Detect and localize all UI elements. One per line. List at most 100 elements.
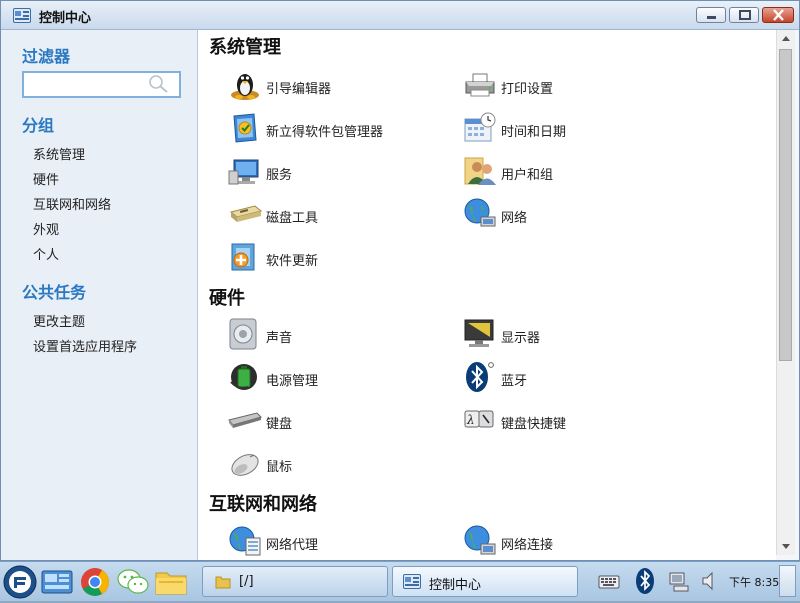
filter-heading: 过滤器 bbox=[22, 47, 71, 66]
scroll-thumb[interactable] bbox=[779, 49, 792, 361]
network-tray-icon[interactable] bbox=[668, 570, 690, 592]
task-label: [/] bbox=[239, 574, 254, 589]
start-menu-icon[interactable] bbox=[3, 565, 37, 599]
item-users-groups[interactable]: 用户和组 bbox=[463, 154, 673, 190]
speaker-icon bbox=[228, 317, 262, 351]
item-label: 蓝牙 bbox=[501, 374, 528, 389]
item-label: 时间和日期 bbox=[501, 125, 567, 140]
group-item-internet[interactable]: 互联网和网络 bbox=[33, 194, 111, 213]
minimize-button[interactable] bbox=[696, 7, 726, 23]
item-label: 磁盘工具 bbox=[266, 211, 319, 226]
category-title-internet: 互联网和网络 bbox=[209, 494, 317, 515]
group-item-appearance[interactable]: 外观 bbox=[33, 219, 59, 238]
bluetooth-icon bbox=[463, 360, 497, 394]
item-network-proxy[interactable]: 网络代理 bbox=[228, 524, 438, 560]
chrome-icon[interactable] bbox=[78, 565, 112, 599]
item-power[interactable]: 电源管理 bbox=[228, 360, 438, 396]
item-label: 打印设置 bbox=[501, 82, 554, 97]
clock[interactable]: 下午 8:35 bbox=[729, 574, 779, 590]
minimize-icon bbox=[707, 16, 716, 19]
search-icon[interactable] bbox=[147, 74, 171, 98]
item-boot-editor[interactable]: 引导编辑器 bbox=[228, 68, 438, 104]
scroll-down-button[interactable] bbox=[777, 538, 795, 555]
group-item-system[interactable]: 系统管理 bbox=[33, 144, 85, 163]
title-bar[interactable]: 控制中心 bbox=[1, 1, 799, 30]
item-sound[interactable]: 声音 bbox=[228, 317, 438, 353]
item-mouse[interactable]: 鼠标 bbox=[228, 446, 438, 482]
item-package-manager[interactable]: 新立得软件包管理器 bbox=[228, 111, 438, 147]
network-proxy-icon bbox=[228, 524, 262, 558]
item-keyboard-shortcuts[interactable]: λ 键盘快捷键 bbox=[463, 403, 673, 439]
keyboard-shortcut-icon: λ bbox=[463, 403, 497, 437]
item-print-settings[interactable]: 打印设置 bbox=[463, 68, 673, 104]
keyboard-icon bbox=[228, 403, 262, 437]
item-bluetooth[interactable]: 蓝牙 bbox=[463, 360, 673, 396]
scroll-up-button[interactable] bbox=[777, 30, 795, 47]
item-label: 电源管理 bbox=[266, 374, 319, 389]
group-item-personal[interactable]: 个人 bbox=[33, 244, 59, 263]
volume-icon[interactable] bbox=[700, 570, 722, 592]
item-keyboard[interactable]: 键盘 bbox=[228, 403, 438, 439]
item-label: 键盘快捷键 bbox=[501, 417, 567, 432]
maximize-button[interactable] bbox=[729, 7, 759, 23]
wechat-icon[interactable] bbox=[116, 565, 150, 599]
window-title: 控制中心 bbox=[39, 11, 92, 26]
arrow-up-icon bbox=[782, 36, 790, 41]
group-item-hardware[interactable]: 硬件 bbox=[33, 169, 59, 188]
keyboard-input-icon[interactable] bbox=[598, 570, 620, 592]
control-center-icon bbox=[403, 574, 421, 593]
item-label: 用户和组 bbox=[501, 168, 554, 183]
item-display[interactable]: 显示器 bbox=[463, 317, 673, 353]
display-icon bbox=[463, 317, 497, 351]
control-center-icon bbox=[13, 8, 31, 23]
category-title-hardware: 硬件 bbox=[209, 288, 245, 309]
disk-drive-icon bbox=[228, 197, 263, 231]
file-manager-icon[interactable] bbox=[154, 565, 188, 599]
battery-icon bbox=[228, 360, 262, 394]
sidebar: 过滤器 分组 系统管理 硬件 互联网和网络 外观 个人 公共任务 更改主题 设置… bbox=[1, 30, 198, 560]
close-button[interactable] bbox=[762, 7, 794, 23]
item-disk-utility[interactable]: 磁盘工具 bbox=[228, 197, 438, 233]
software-update-icon bbox=[228, 240, 262, 274]
item-label: 鼠标 bbox=[266, 460, 293, 475]
task-label: 控制中心 bbox=[429, 578, 482, 593]
folder-icon bbox=[215, 574, 231, 594]
item-network[interactable]: 网络 bbox=[463, 197, 673, 233]
item-label: 键盘 bbox=[266, 417, 293, 432]
item-label: 网络代理 bbox=[266, 538, 319, 553]
item-label: 服务 bbox=[266, 168, 293, 183]
tasks-heading: 公共任务 bbox=[22, 283, 87, 302]
task-button-control-center[interactable]: 控制中心 bbox=[392, 566, 578, 597]
filter-search-box[interactable] bbox=[22, 71, 181, 98]
task-button-files[interactable]: [/] bbox=[202, 566, 388, 597]
item-network-connections[interactable]: 网络连接 bbox=[463, 524, 673, 560]
item-software-update[interactable]: 软件更新 bbox=[228, 240, 438, 276]
task-change-theme[interactable]: 更改主题 bbox=[33, 311, 85, 330]
filter-search-input[interactable] bbox=[26, 75, 148, 96]
item-date-time[interactable]: 时间和日期 bbox=[463, 111, 673, 147]
control-center-window: 控制中心 过滤器 分组 系统管理 硬件 互联网和网络 外观 个人 公共任务 更改… bbox=[0, 0, 800, 561]
item-label: 引导编辑器 bbox=[266, 82, 332, 97]
users-group-icon bbox=[463, 154, 497, 188]
calendar-clock-icon bbox=[463, 111, 497, 145]
item-label: 软件更新 bbox=[266, 254, 319, 269]
network-globe-icon bbox=[463, 197, 497, 231]
item-label: 网络 bbox=[501, 211, 528, 226]
network-connection-icon bbox=[463, 524, 497, 558]
bluetooth-tray-icon[interactable] bbox=[634, 567, 656, 595]
task-preferred-apps[interactable]: 设置首选应用程序 bbox=[33, 336, 137, 355]
category-title-system: 系统管理 bbox=[209, 37, 281, 58]
printer-icon bbox=[463, 68, 497, 102]
arrow-down-icon bbox=[782, 544, 790, 549]
mouse-icon bbox=[228, 446, 262, 480]
close-icon bbox=[773, 9, 784, 21]
control-panel-icon[interactable] bbox=[40, 565, 74, 599]
item-label: 新立得软件包管理器 bbox=[266, 125, 384, 140]
item-label: 声音 bbox=[266, 331, 293, 346]
vertical-scrollbar[interactable] bbox=[776, 30, 795, 555]
item-services[interactable]: 服务 bbox=[228, 154, 438, 190]
taskbar: [/] 控制中心 下午 8:35 bbox=[0, 561, 800, 601]
item-label: 显示器 bbox=[501, 331, 541, 346]
services-monitor-icon bbox=[228, 154, 262, 188]
show-desktop-button[interactable] bbox=[779, 565, 796, 597]
